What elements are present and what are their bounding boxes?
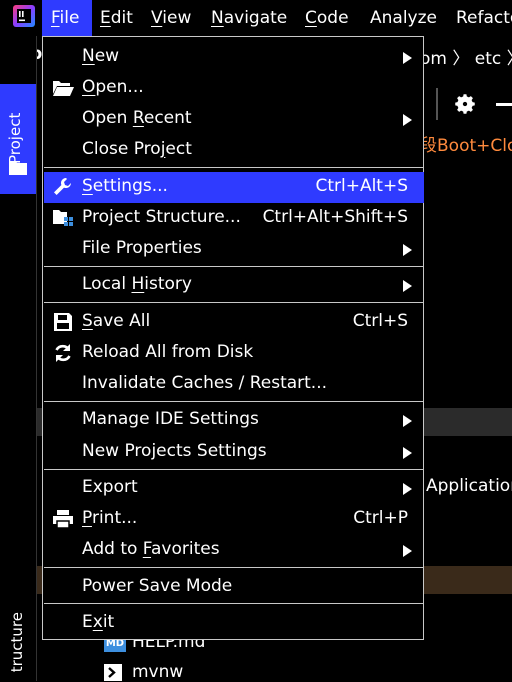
submenu-arrow-icon (403, 415, 412, 427)
tab-project-label: Project (6, 112, 24, 164)
menu-separator (44, 603, 424, 604)
menu-item-shortcut: Ctrl+P (353, 508, 408, 528)
menu-item-reload-all[interactable]: Reload All from Disk (44, 338, 424, 369)
project-structure-icon (53, 210, 73, 226)
menu-item-shortcut: Ctrl+S (352, 311, 408, 331)
menu-item-label: Manage IDE Settings (82, 409, 259, 429)
menu-bar: File Edit View Navigate Code Analyze Ref… (0, 0, 512, 36)
menu-item-label: File Properties (82, 238, 202, 258)
menu-item-label: Local History (82, 274, 192, 294)
menu-separator (44, 167, 424, 168)
breadcrumb[interactable]: om 〉 etc 〉 (420, 44, 512, 69)
menu-item-shortcut: Ctrl+Alt+S (315, 176, 408, 196)
menu-item-label: Print... (82, 508, 138, 528)
submenu-arrow-icon (403, 447, 412, 459)
gear-icon[interactable] (452, 91, 478, 117)
intellij-idea-icon (13, 5, 35, 27)
menu-item-settings[interactable]: Settings... Ctrl+Alt+S (44, 172, 424, 203)
menu-separator (44, 469, 424, 470)
file-menu-dropdown: New Open... Open Recent Close Project Se… (42, 36, 424, 640)
menu-separator (44, 567, 424, 568)
menu-item-label: Export (82, 477, 138, 497)
printer-icon (53, 510, 73, 529)
menu-item-open[interactable]: Open... (44, 73, 424, 104)
submenu-arrow-icon (403, 52, 412, 64)
editor-text-application: Application (426, 476, 512, 496)
menu-item-label: Settings... (82, 176, 168, 196)
menu-item-close-project[interactable]: Close Project (44, 135, 424, 166)
menu-code[interactable]: Code (305, 0, 349, 36)
hide-panel-icon[interactable] (496, 103, 512, 106)
menu-item-label: Add to Favorites (82, 539, 220, 559)
menu-item-shortcut: Ctrl+Alt+Shift+S (262, 207, 408, 227)
menu-item-label: Reload All from Disk (82, 342, 254, 362)
wrench-icon (54, 177, 72, 195)
menu-item-label: Invalidate Caches / Restart... (82, 373, 328, 393)
editor-text-snippet: 段Boot+Clo (420, 136, 512, 156)
menu-item-new[interactable]: New (44, 42, 424, 73)
menu-item-label: New Projects Settings (82, 441, 267, 461)
menu-item-label: Open Recent (82, 108, 192, 128)
menu-item-label: Exit (82, 612, 115, 632)
menu-item-label: Close Project (82, 139, 192, 159)
toolbar-divider (436, 88, 438, 120)
menu-separator (44, 401, 424, 402)
menu-separator (44, 302, 424, 303)
menu-item-print[interactable]: Print... Ctrl+P (44, 504, 424, 535)
menu-navigate[interactable]: Navigate (211, 0, 287, 36)
submenu-arrow-icon (403, 483, 412, 495)
menu-item-exit[interactable]: Exit (44, 608, 424, 639)
menu-refactor[interactable]: Refacto (456, 0, 512, 36)
folder-icon (9, 161, 27, 175)
menu-item-manage-ide-settings[interactable]: Manage IDE Settings (44, 405, 424, 436)
submenu-arrow-icon (403, 545, 412, 557)
menu-item-label: Power Save Mode (82, 576, 233, 596)
tree-item-mvnw[interactable]: mvnw (132, 662, 183, 682)
save-icon (54, 313, 72, 331)
menu-item-file-properties[interactable]: File Properties (44, 234, 424, 265)
shell-script-icon (104, 664, 122, 681)
menu-item-open-recent[interactable]: Open Recent (44, 104, 424, 135)
menu-item-power-save-mode[interactable]: Power Save Mode (44, 572, 424, 603)
folder-open-icon (53, 81, 74, 96)
menu-item-label: Save All (82, 311, 151, 331)
menu-item-project-structure[interactable]: Project Structure... Ctrl+Alt+Shift+S (44, 203, 424, 234)
menu-view[interactable]: View (151, 0, 191, 36)
submenu-arrow-icon (403, 280, 412, 292)
menu-item-add-to-favorites[interactable]: Add to Favorites (44, 535, 424, 566)
menu-item-label: Project Structure... (82, 207, 241, 227)
tab-structure-label[interactable]: tructure (8, 612, 26, 672)
menu-item-label: New (82, 46, 120, 66)
submenu-arrow-icon (403, 244, 412, 256)
menu-edit[interactable]: Edit (100, 0, 133, 36)
menu-item-local-history[interactable]: Local History (44, 270, 424, 301)
submenu-arrow-icon (403, 114, 412, 126)
menu-item-label: Open... (82, 77, 144, 97)
menu-item-export[interactable]: Export (44, 473, 424, 504)
menu-item-invalidate-caches[interactable]: Invalidate Caches / Restart... (44, 369, 424, 400)
menu-separator (44, 266, 424, 267)
menu-item-new-projects-settings[interactable]: New Projects Settings (44, 437, 424, 468)
menu-analyze[interactable]: Analyze (370, 0, 437, 36)
menu-item-save-all[interactable]: Save All Ctrl+S (44, 307, 424, 338)
menu-file[interactable]: File (42, 0, 92, 36)
reload-icon (55, 344, 71, 362)
